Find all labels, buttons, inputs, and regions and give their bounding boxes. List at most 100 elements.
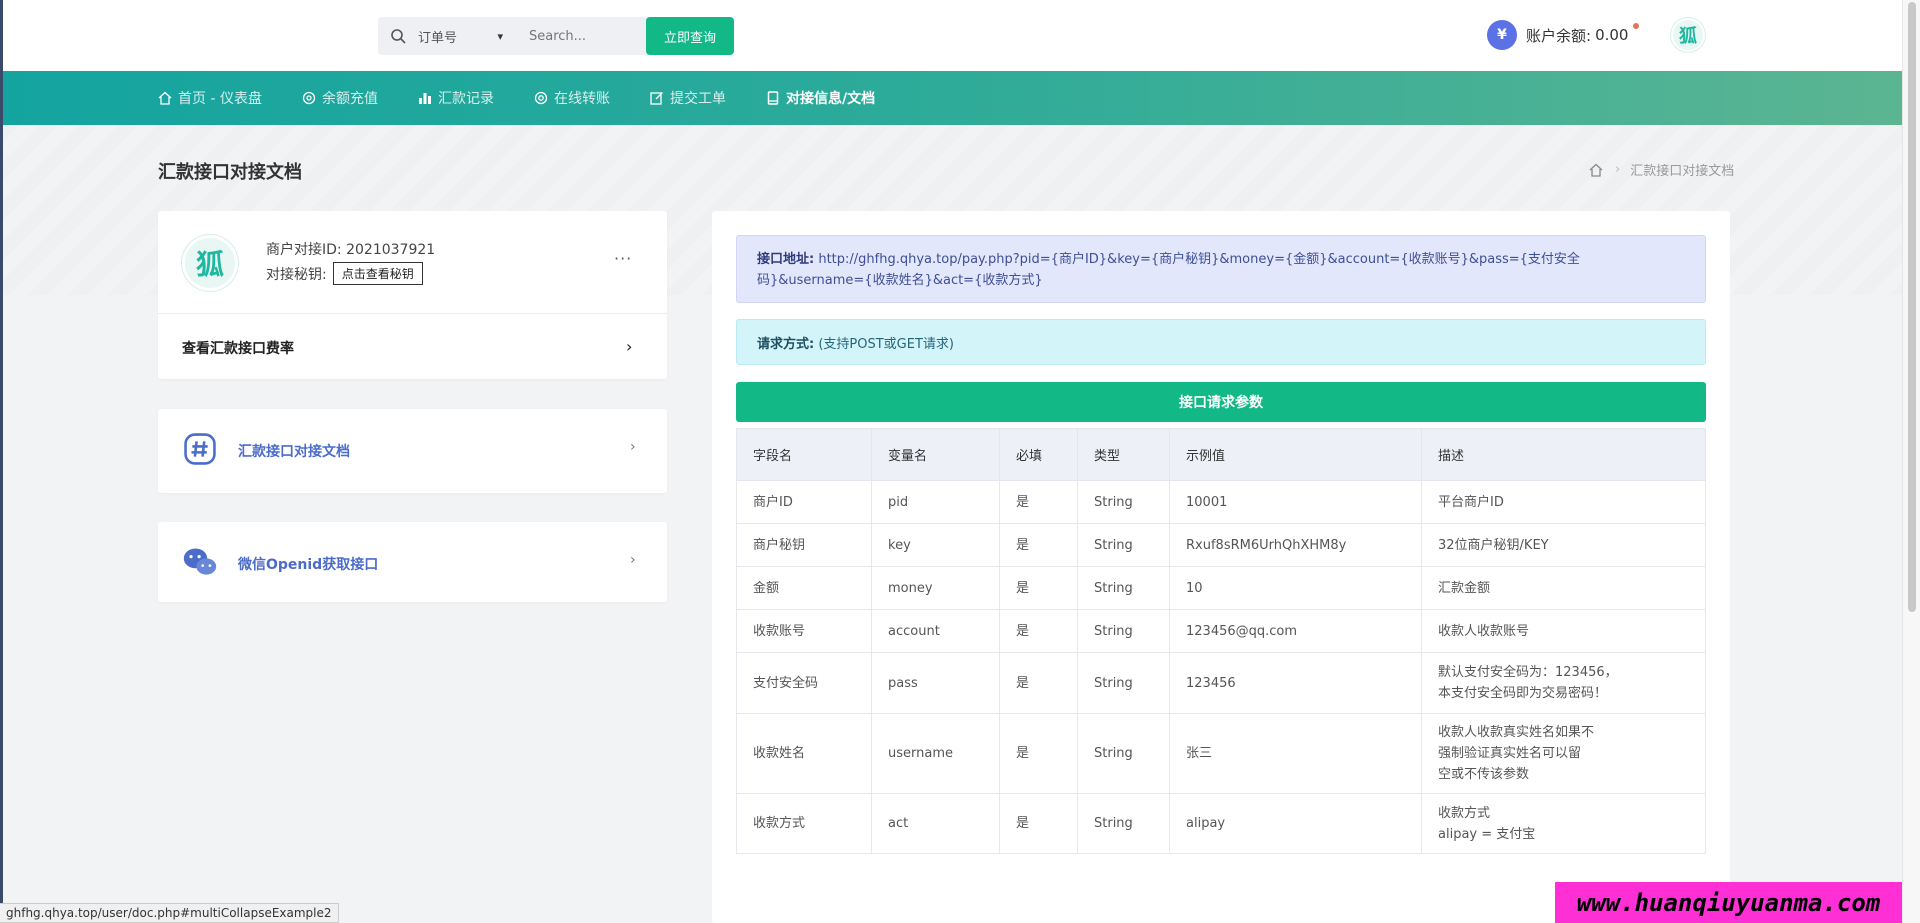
table-cell: 是 bbox=[999, 713, 1078, 794]
menu-label: 微信Openid获取接口 bbox=[238, 557, 379, 573]
page-title: 汇款接口对接文档 bbox=[158, 162, 302, 183]
params-header-bar[interactable]: 接口请求参数 bbox=[736, 382, 1706, 422]
table-row: 商户ID pid 是 String 10001 平台商户ID bbox=[736, 480, 1706, 524]
table-cell: 123456 bbox=[1169, 652, 1422, 714]
hash-icon bbox=[180, 429, 220, 469]
nav-item-ticket[interactable]: 提交工单 bbox=[650, 88, 726, 108]
table-cell: 金额 bbox=[736, 566, 872, 610]
balance-label: 账户余额: bbox=[1526, 26, 1592, 45]
yen-icon: ¥ bbox=[1487, 20, 1517, 50]
user-avatar[interactable]: 狐 bbox=[1671, 18, 1705, 52]
table-cell: 支付安全码 bbox=[736, 652, 872, 714]
watermark: www.huanqiuyuanma.com bbox=[1555, 882, 1902, 923]
balance-value: 0.00 bbox=[1595, 26, 1629, 44]
table-cell: 是 bbox=[999, 609, 1078, 653]
table-cell: 10001 bbox=[1169, 480, 1422, 524]
table-cell: String bbox=[1077, 566, 1170, 610]
nav-item-docs[interactable]: 对接信息/文档 bbox=[766, 88, 875, 108]
table-cell: String bbox=[1077, 480, 1170, 524]
column-header: 变量名 bbox=[871, 428, 1000, 481]
params-table: 字段名 变量名 必填 类型 示例值 描述 商户ID pid 是 String 10001… bbox=[736, 428, 1706, 854]
table-cell: key bbox=[871, 523, 1000, 567]
menu-item-wechat-openid[interactable]: 微信Openid获取接口 › bbox=[158, 522, 667, 602]
nav-item-transfer[interactable]: 在线转账 bbox=[534, 88, 610, 108]
table-cell: 商户ID bbox=[736, 480, 872, 524]
nav-label: 余额充值 bbox=[321, 91, 378, 107]
column-header: 描述 bbox=[1421, 428, 1706, 481]
page-scrollbar[interactable] bbox=[1902, 0, 1920, 923]
table-cell: Rxuf8sRM6UrhQhXHM8y bbox=[1169, 523, 1422, 567]
table-cell: alipay bbox=[1169, 793, 1422, 854]
table-cell: 是 bbox=[999, 523, 1078, 567]
search-icon bbox=[378, 17, 418, 55]
request-method-label: 请求方式: bbox=[757, 337, 815, 352]
view-rate-link[interactable]: 查看汇款接口费率 bbox=[182, 338, 294, 358]
table-row: 金额 money 是 String 10 汇款金额 bbox=[736, 566, 1706, 610]
breadcrumb-current: 汇款接口对接文档 bbox=[1630, 164, 1735, 179]
table-row: 支付安全码 pass 是 String 123456 默认支付安全码为：123456， 本… bbox=[736, 652, 1706, 714]
chevron-right-icon: › bbox=[630, 439, 636, 455]
table-cell: String bbox=[1077, 523, 1170, 567]
table-cell: 商户秘钥 bbox=[736, 523, 872, 567]
main-nav: 首页 - 仪表盘 余额充值 汇款记录 在线转账 提交工单 对接信息/文档 bbox=[0, 71, 1902, 125]
nav-label: 汇款记录 bbox=[437, 91, 494, 107]
table-cell: String bbox=[1077, 609, 1170, 653]
account-balance: ¥ 账户余额: 0.00 bbox=[1487, 20, 1639, 50]
column-header: 必填 bbox=[999, 428, 1078, 481]
table-cell: username bbox=[871, 713, 1000, 794]
menu-item-remit-doc[interactable]: 汇款接口对接文档 › bbox=[158, 409, 667, 493]
table-cell: pass bbox=[871, 652, 1000, 714]
table-cell: String bbox=[1077, 713, 1170, 794]
table-cell: 收款人收款真实姓名如果不 强制验证真实姓名可以留 空或不传该参数 bbox=[1421, 713, 1706, 794]
table-cell: 平台商户ID bbox=[1421, 480, 1706, 524]
scrollbar-thumb[interactable] bbox=[1908, 2, 1916, 612]
lifebuoy-icon bbox=[534, 91, 548, 105]
api-doc-panel: 接口地址: http://ghfhg.qhya.top/pay.php?pid=… bbox=[712, 211, 1730, 923]
column-header: 示例值 bbox=[1169, 428, 1422, 481]
search-type-select[interactable]: 订单号 ▾ bbox=[418, 27, 513, 46]
table-header-row: 字段名 变量名 必填 类型 示例值 描述 bbox=[736, 428, 1706, 481]
table-cell: 是 bbox=[999, 566, 1078, 610]
window-edge bbox=[0, 0, 3, 923]
nav-item-records[interactable]: 汇款记录 bbox=[418, 88, 494, 108]
table-cell: 收款方式 alipay = 支付宝 bbox=[1421, 793, 1706, 854]
table-cell: 收款账号 bbox=[736, 609, 872, 653]
nav-label: 提交工单 bbox=[669, 91, 726, 107]
table-row: 收款方式 act 是 String alipay 收款方式 alipay = 支付宝 bbox=[736, 793, 1706, 854]
more-options-icon[interactable]: ··· bbox=[614, 249, 632, 268]
table-cell: pid bbox=[871, 480, 1000, 524]
table-cell: 收款方式 bbox=[736, 793, 872, 854]
status-bar-url: ghfhg.qhya.top/user/doc.php#multiCollaps… bbox=[0, 903, 339, 923]
chevron-down-icon: ▾ bbox=[497, 29, 503, 43]
search-button[interactable]: 立即查询 bbox=[646, 17, 734, 55]
merchant-avatar: 狐 bbox=[182, 235, 238, 291]
nav-item-dashboard[interactable]: 首页 - 仪表盘 bbox=[158, 88, 262, 108]
search-group: 订单号 ▾ 立即查询 bbox=[378, 17, 734, 55]
table-row: 收款账号 account 是 String 123456@qq.com 收款人收款账号 bbox=[736, 609, 1706, 653]
table-row: 商户秘钥 key 是 String Rxuf8sRM6UrhQhXHM8y 32位商户秘钥… bbox=[736, 523, 1706, 567]
api-url-label: 接口地址: bbox=[757, 252, 815, 267]
view-key-button[interactable]: 点击查看秘钥 bbox=[332, 262, 423, 285]
table-body: 商户ID pid 是 String 10001 平台商户ID 商户秘钥 key 是 String R… bbox=[736, 480, 1706, 854]
table-cell: 123456@qq.com bbox=[1169, 609, 1422, 653]
bar-chart-icon bbox=[418, 91, 432, 105]
chevron-right-icon[interactable]: › bbox=[626, 337, 632, 356]
book-icon bbox=[766, 91, 780, 105]
table-cell: 默认支付安全码为：123456， 本支付安全码即为交易密码！ bbox=[1421, 652, 1706, 714]
wechat-icon bbox=[180, 542, 220, 582]
search-input[interactable] bbox=[529, 28, 639, 44]
table-cell: 是 bbox=[999, 480, 1078, 524]
column-header: 类型 bbox=[1077, 428, 1170, 481]
edit-icon bbox=[650, 91, 664, 105]
chevron-right-icon: › bbox=[630, 552, 636, 568]
table-cell: 张三 bbox=[1169, 713, 1422, 794]
nav-label: 首页 - 仪表盘 bbox=[178, 91, 262, 107]
table-cell: 10 bbox=[1169, 566, 1422, 610]
table-cell: String bbox=[1077, 793, 1170, 854]
home-icon[interactable] bbox=[1589, 163, 1603, 177]
table-cell: 收款姓名 bbox=[736, 713, 872, 794]
nav-item-recharge[interactable]: 余额充值 bbox=[302, 88, 378, 108]
table-cell: act bbox=[871, 793, 1000, 854]
divider bbox=[158, 313, 667, 314]
table-cell: 是 bbox=[999, 652, 1078, 714]
